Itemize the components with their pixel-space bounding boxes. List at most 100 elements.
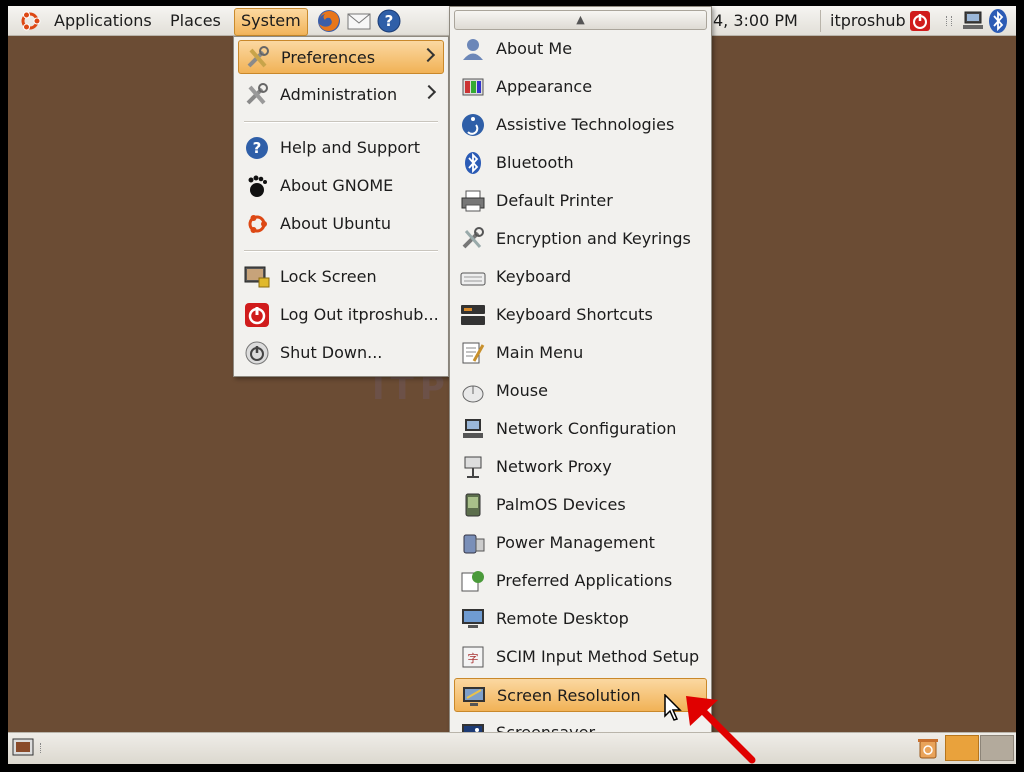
- system-menu-item-label: About Ubuntu: [280, 214, 391, 233]
- preferences-item-assistive-technologies[interactable]: Assistive Technologies: [454, 108, 707, 142]
- system-menu-item-shutdown[interactable]: Shut Down...: [238, 336, 444, 370]
- network-proxy-icon: [464, 456, 482, 478]
- ubuntu-logo-icon[interactable]: [18, 9, 42, 33]
- preferences-item-label: Screen Resolution: [497, 686, 641, 705]
- preferences-item-scim-input-method-setup[interactable]: 字 SCIM Input Method Setup: [454, 640, 707, 674]
- system-menu-item-administration[interactable]: Administration: [238, 78, 444, 112]
- keyboard-shortcuts-icon: [461, 305, 485, 325]
- preferences-item-network-proxy[interactable]: Network Proxy: [454, 450, 707, 484]
- lock-screen-icon: [244, 266, 270, 288]
- preferences-submenu: ▲ About Me Appearance Assistive Technologi…: [449, 6, 712, 762]
- palm-device-icon: [465, 493, 481, 517]
- preferences-item-label: Keyboard Shortcuts: [496, 305, 653, 324]
- system-menu-item-label: Lock Screen: [280, 267, 377, 286]
- panel-separator: [820, 10, 821, 32]
- preferences-item-label: Keyboard: [496, 267, 572, 286]
- bottom-panel: [8, 732, 1016, 764]
- clock[interactable]: 4, 3:00 PM: [707, 8, 804, 34]
- applications-menu[interactable]: Applications: [48, 8, 158, 34]
- chevron-right-icon: [421, 84, 437, 100]
- logout-icon: [245, 303, 269, 327]
- trash-icon[interactable]: [916, 736, 940, 760]
- help-icon: ?: [246, 137, 268, 159]
- preferences-item-label: Default Printer: [496, 191, 613, 210]
- system-menu-item-logout[interactable]: Log Out itproshub...: [238, 298, 444, 332]
- gnome-foot-icon: [248, 175, 267, 197]
- preferences-item-keyboard[interactable]: Keyboard: [454, 260, 707, 294]
- mouse-cursor-icon: [664, 694, 682, 721]
- network-config-icon: [463, 419, 483, 438]
- preferences-item-mouse[interactable]: Mouse: [454, 374, 707, 408]
- preferred-apps-icon: [461, 571, 484, 592]
- scim-icon: 字: [462, 646, 484, 668]
- remote-desktop-icon: [462, 609, 484, 628]
- preferences-item-label: Network Proxy: [496, 457, 612, 476]
- system-menu-item-help[interactable]: ? Help and Support: [238, 131, 444, 165]
- preferences-item-label: Appearance: [496, 77, 593, 96]
- ubuntu-logo-icon: [248, 215, 267, 233]
- system-menu-item-label: Help and Support: [280, 138, 420, 157]
- preferences-item-label: Bluetooth: [496, 153, 574, 172]
- workspace-2[interactable]: [980, 735, 1014, 761]
- preferences-icon: [247, 46, 269, 68]
- accessibility-icon: [462, 114, 484, 136]
- preferences-item-keyboard-shortcuts[interactable]: Keyboard Shortcuts: [454, 298, 707, 332]
- preferences-item-palmos-devices[interactable]: PalmOS Devices: [454, 488, 707, 522]
- administration-icon: [246, 83, 268, 105]
- preferences-item-label: SCIM Input Method Setup: [496, 647, 700, 666]
- bluetooth-icon[interactable]: [988, 8, 1008, 34]
- preferences-item-remote-desktop[interactable]: Remote Desktop: [454, 602, 707, 636]
- preferences-item-bluetooth[interactable]: Bluetooth: [454, 146, 707, 180]
- red-arrow-annotation: [686, 696, 756, 764]
- menu-separator: [244, 250, 438, 252]
- panel-handle: [40, 743, 44, 753]
- system-menu-dropdown: Preferences Administration ? Help and Su…: [233, 36, 449, 377]
- svg-text:?: ?: [253, 139, 262, 157]
- appearance-icon: [462, 78, 484, 96]
- system-menu-item-label: About GNOME: [280, 176, 394, 195]
- user-name[interactable]: itproshub: [824, 8, 912, 34]
- system-menu-item-about-ubuntu[interactable]: About Ubuntu: [238, 207, 444, 241]
- preferences-item-encryption-and-keyrings[interactable]: Encryption and Keyrings: [454, 222, 707, 256]
- network-icon[interactable]: [961, 10, 985, 32]
- preferences-item-appearance[interactable]: Appearance: [454, 70, 707, 104]
- show-desktop-icon[interactable]: [12, 738, 34, 758]
- firefox-icon[interactable]: [316, 8, 342, 34]
- system-menu[interactable]: System: [234, 8, 308, 36]
- system-menu-item-label: Log Out itproshub...: [280, 305, 439, 324]
- panel-handle: [946, 16, 952, 26]
- system-menu-item-about-gnome[interactable]: About GNOME: [238, 169, 444, 203]
- places-menu[interactable]: Places: [164, 8, 227, 34]
- preferences-item-label: Preferred Applications: [496, 571, 673, 590]
- bluetooth-icon: [465, 152, 481, 174]
- mail-icon[interactable]: [346, 10, 372, 32]
- svg-text:字: 字: [468, 651, 479, 665]
- preferences-item-label: Network Configuration: [496, 419, 677, 438]
- svg-text:?: ?: [385, 12, 394, 30]
- menu-separator: [244, 121, 438, 123]
- preferences-item-network-configuration[interactable]: Network Configuration: [454, 412, 707, 446]
- system-menu-item-lock-screen[interactable]: Lock Screen: [238, 260, 444, 294]
- screen-resolution-icon: [463, 687, 485, 706]
- system-menu-item-preferences[interactable]: Preferences: [238, 40, 444, 74]
- chevron-right-icon: [420, 47, 436, 63]
- workspace-1[interactable]: [945, 735, 979, 761]
- preferences-item-main-menu[interactable]: Main Menu: [454, 336, 707, 370]
- power-management-icon: [463, 534, 485, 554]
- preferences-item-label: Power Management: [496, 533, 655, 552]
- preferences-item-power-management[interactable]: Power Management: [454, 526, 707, 560]
- printer-icon: [461, 190, 485, 212]
- mouse-icon: [462, 385, 484, 403]
- preferences-item-label: Encryption and Keyrings: [496, 229, 691, 248]
- scroll-up-button[interactable]: ▲: [454, 10, 707, 30]
- shutdown-icon: [245, 341, 269, 365]
- keyring-icon: [462, 227, 484, 249]
- logout-icon[interactable]: [909, 10, 931, 32]
- main-menu-icon: [462, 342, 485, 364]
- preferences-item-default-printer[interactable]: Default Printer: [454, 184, 707, 218]
- preferences-item-label: Assistive Technologies: [496, 115, 675, 134]
- preferences-item-label: Main Menu: [496, 343, 584, 362]
- preferences-item-about-me[interactable]: About Me: [454, 32, 707, 66]
- help-icon[interactable]: ?: [377, 9, 401, 33]
- preferences-item-preferred-applications[interactable]: Preferred Applications: [454, 564, 707, 598]
